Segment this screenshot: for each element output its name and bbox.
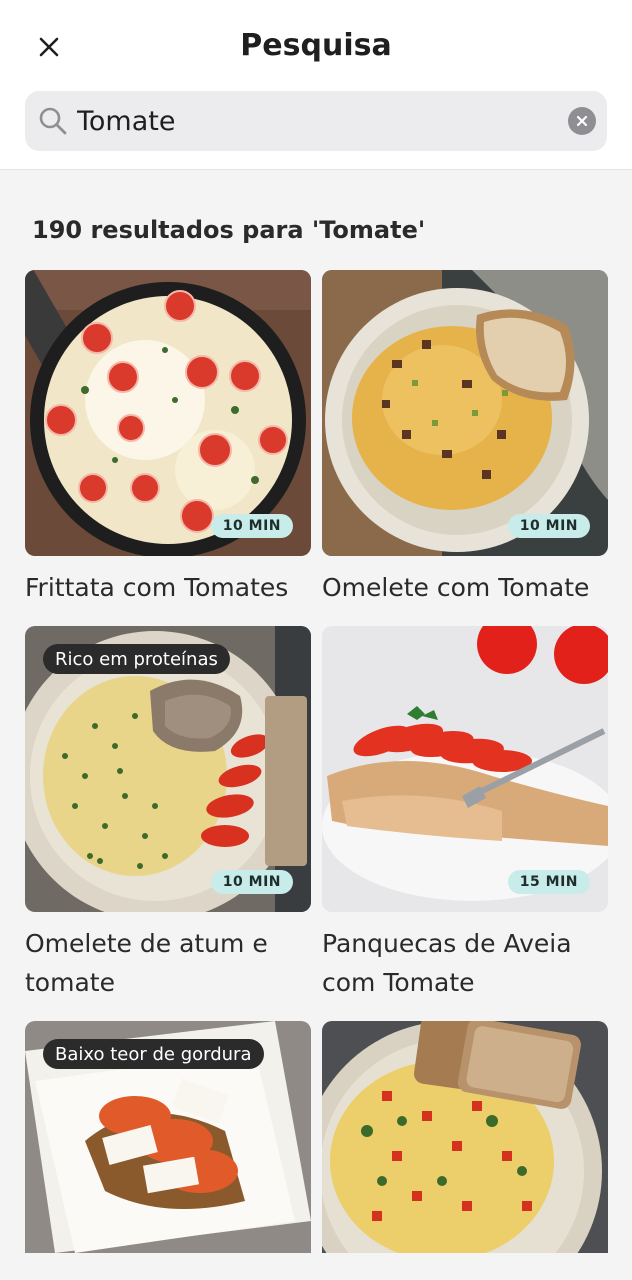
time-badge: 10 MIN bbox=[210, 514, 293, 538]
recipe-image: 10 MIN bbox=[25, 270, 311, 556]
recipe-image: 15 MIN bbox=[322, 626, 608, 912]
clear-search-button[interactable] bbox=[568, 107, 596, 135]
tag-badge: Baixo teor de gordura bbox=[43, 1039, 264, 1069]
recipe-card[interactable]: 15 MIN Panquecas de Aveia com Tomate bbox=[322, 626, 608, 1002]
time-badge: 10 MIN bbox=[210, 870, 293, 894]
recipe-title: Frittata com Tomates bbox=[25, 573, 289, 602]
page-title: Pesquisa bbox=[240, 28, 392, 63]
recipe-title: Omelete com Tomate bbox=[322, 573, 590, 602]
tag-badge: Rico em proteínas bbox=[43, 644, 230, 674]
recipe-card[interactable]: Rico em proteínas 10 MIN Omelete de atum… bbox=[25, 626, 311, 1002]
recipe-image: Baixo teor de gordura bbox=[25, 1021, 311, 1253]
recipe-image: 10 MIN bbox=[322, 270, 608, 556]
recipe-card[interactable]: 10 MIN Frittata com Tomates bbox=[25, 270, 311, 607]
recipe-title: Panquecas de Aveia com Tomate bbox=[322, 929, 572, 997]
recipe-title: Omelete de atum e tomate bbox=[25, 929, 268, 997]
search-input[interactable] bbox=[77, 99, 557, 143]
results-summary: 190 resultados para 'Tomate' bbox=[32, 216, 426, 244]
clear-icon bbox=[576, 115, 588, 127]
recipe-card[interactable]: 10 MIN Omelete com Tomate bbox=[322, 270, 608, 607]
header-bar: Pesquisa bbox=[0, 0, 632, 170]
bottom-fade bbox=[0, 1253, 632, 1280]
time-badge: 15 MIN bbox=[507, 870, 590, 894]
search-icon bbox=[39, 107, 67, 135]
search-bar[interactable] bbox=[25, 91, 607, 151]
recipe-image: Rico em proteínas 10 MIN bbox=[25, 626, 311, 912]
recipe-card[interactable]: Baixo teor de gordura bbox=[25, 1021, 311, 1253]
time-badge: 10 MIN bbox=[507, 514, 590, 538]
recipe-image bbox=[322, 1021, 608, 1253]
recipe-card[interactable] bbox=[322, 1021, 608, 1253]
